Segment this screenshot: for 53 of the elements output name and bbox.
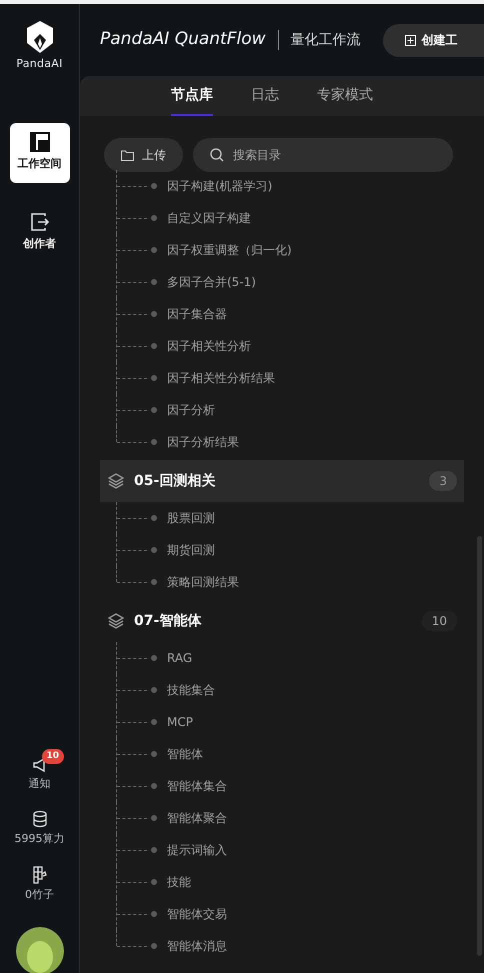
node-item[interactable]: 多因子合并(5-1) <box>167 273 256 291</box>
node-item[interactable]: 因子集合器 <box>167 305 227 323</box>
app-title: PandaAI QuantFlow <box>100 28 266 52</box>
node-item[interactable]: 因子分析 <box>167 401 215 419</box>
node-item[interactable]: 智能体聚合 <box>167 809 227 827</box>
nav-item[interactable]: 0竹子 <box>25 866 54 903</box>
coins-icon <box>30 810 48 828</box>
node-item[interactable]: 因子构建(机器学习) <box>167 177 272 195</box>
node-item[interactable]: 智能体消息 <box>167 937 227 955</box>
layers-icon <box>107 612 125 630</box>
node-item[interactable]: 因子分析结果 <box>167 433 239 451</box>
node-item[interactable]: 股票回测 <box>167 509 215 527</box>
node-item[interactable]: RAG <box>167 649 192 667</box>
avatar[interactable] <box>16 927 64 973</box>
count-badge: 3 <box>429 471 457 491</box>
nav-item[interactable]: 通知 10 <box>12 748 66 792</box>
layers-icon <box>107 472 125 490</box>
node-item[interactable]: MCP <box>167 713 193 731</box>
scrollbar[interactable] <box>477 536 482 956</box>
group-header[interactable]: 05-回测相关 3 <box>100 460 464 502</box>
layout-icon <box>30 132 50 152</box>
node-item[interactable]: 策略回测结果 <box>167 573 239 591</box>
bamboo-icon <box>30 866 48 884</box>
plus-square-icon <box>404 34 416 46</box>
node-item[interactable]: 自定义因子构建 <box>167 209 251 227</box>
group-header[interactable]: 07-智能体 10 <box>100 600 464 642</box>
brand-name: PandaAI <box>16 56 63 72</box>
nav-item[interactable]: 创作者 <box>10 202 70 262</box>
search-icon <box>210 148 224 162</box>
exit-icon <box>30 212 50 232</box>
count-badge: 10 <box>422 611 457 631</box>
nav-item[interactable]: 5995算力 <box>14 810 64 848</box>
node-item[interactable]: 智能体交易 <box>167 905 227 923</box>
node-item[interactable]: 因子相关性分析 <box>167 337 251 355</box>
node-item[interactable]: 技能集合 <box>167 681 215 699</box>
node-item[interactable]: 因子相关性分析结果 <box>167 369 275 387</box>
folder-icon <box>121 150 134 160</box>
node-item[interactable]: 技能 <box>167 873 191 891</box>
node-item[interactable]: 智能体 <box>167 745 203 763</box>
tab[interactable]: 节点库 <box>171 76 213 116</box>
create-button[interactable]: 创建工 <box>382 24 484 56</box>
app-subtitle: 量化工作流 <box>290 30 361 50</box>
node-item[interactable]: 提示词输入 <box>167 841 227 859</box>
notification-badge: 10 <box>42 748 64 764</box>
node-item[interactable]: 因子权重调整（归一化) <box>167 241 292 259</box>
node-item[interactable]: 期货回测 <box>167 541 215 559</box>
tab[interactable]: 专家模式 <box>317 76 373 116</box>
search-field[interactable]: 搜索目录 <box>193 138 453 172</box>
tab[interactable]: 日志 <box>251 76 279 116</box>
megaphone-icon <box>32 756 48 772</box>
node-item[interactable]: 智能体集合 <box>167 777 227 795</box>
nav-item[interactable]: 工作空间 <box>10 122 70 182</box>
upload-button[interactable]: 上传 <box>104 138 183 172</box>
